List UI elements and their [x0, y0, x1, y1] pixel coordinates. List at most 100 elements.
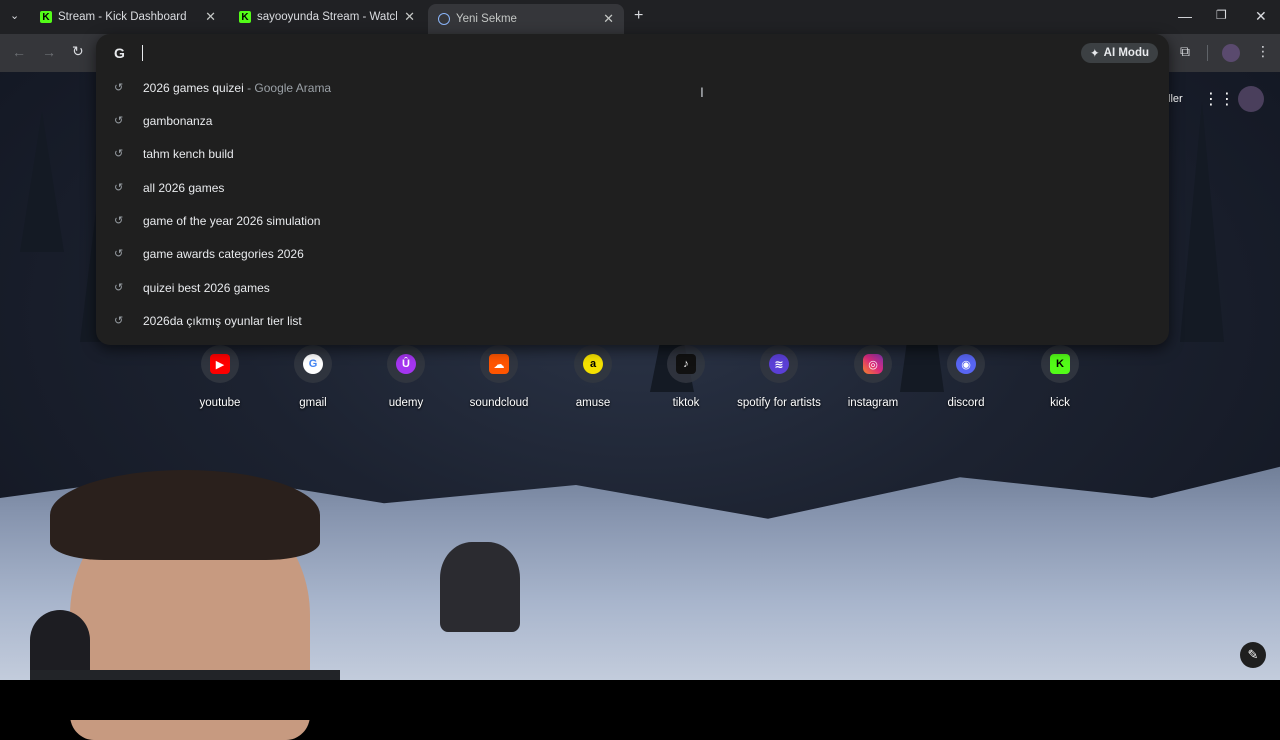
shortcut-icon-circle: ≋ [760, 345, 798, 383]
shortcut-icon-circle: ◉ [947, 345, 985, 383]
back-arrow-icon[interactable]: ← [12, 44, 26, 60]
suggestion-item[interactable]: ↺ tahm kench build [96, 137, 1169, 170]
suggestion-item[interactable]: ↺ gambonanza [96, 104, 1169, 137]
suggestion-text: all 2026 games [143, 180, 225, 195]
images-link[interactable]: ller [1168, 93, 1183, 105]
shortcut-gmail[interactable]: G gmail [267, 345, 359, 409]
shortcut-label: soundcloud [469, 397, 529, 409]
customize-pencil-icon[interactable]: ✎ [1240, 642, 1266, 668]
shortcut-tiktok[interactable]: ♪ tiktok [640, 345, 732, 409]
account-avatar[interactable] [1238, 86, 1264, 112]
shortcut-youtube[interactable]: ▶ youtube [174, 345, 266, 409]
suggestion-item[interactable]: ↺ game awards categories 2026 [96, 237, 1169, 270]
forward-arrow-icon[interactable]: → [42, 44, 56, 60]
suggestion-text: game of the year 2026 simulation [143, 213, 321, 228]
close-window-icon[interactable]: ✕ [1255, 8, 1267, 25]
background-tree [1180, 102, 1224, 342]
omnibox-dropdown: G ✦ AI Modu ↺ 2026 games quizei - Google… [96, 34, 1169, 345]
reload-icon[interactable]: ↻ [72, 43, 84, 60]
extensions-icon[interactable]: ⧉ [1180, 43, 1190, 60]
suggestion-text: 2026da çıkmış oyunlar tier list [143, 313, 302, 328]
shortcut-instagram[interactable]: ◎ instagram [827, 345, 919, 409]
shortcut-amuse[interactable]: a amuse [547, 345, 639, 409]
history-icon: ↺ [114, 247, 124, 260]
youtube-icon: ▶ [210, 354, 230, 374]
shortcut-icon-circle: ♪ [667, 345, 705, 383]
suggestion-item[interactable]: ↺ game of the year 2026 simulation [96, 204, 1169, 237]
text-cursor-ibeam-icon: I [700, 84, 704, 100]
close-tab-icon[interactable]: ✕ [404, 9, 415, 25]
restore-icon[interactable]: ❐ [1216, 8, 1227, 22]
shortcut-spotify[interactable]: ≋ spotify for artists [733, 345, 825, 409]
shortcut-label: udemy [388, 397, 424, 409]
close-tab-icon[interactable]: ✕ [603, 11, 614, 27]
suggestion-subtitle: - Google Arama [243, 80, 332, 95]
toolbar-divider [1207, 45, 1208, 61]
horse-rider-silhouette [440, 542, 520, 632]
shortcut-icon-circle: K [1041, 345, 1079, 383]
ai-mode-button[interactable]: ✦ AI Modu [1081, 43, 1158, 63]
spotify-icon: ≋ [769, 354, 789, 374]
tab-new-tab[interactable]: Yeni Sekme ✕ [428, 4, 624, 34]
menu-kebab-icon[interactable]: ⋮ [1256, 43, 1270, 60]
shortcut-label: discord [947, 397, 985, 409]
kick-icon: K [40, 11, 52, 23]
history-icon: ↺ [114, 181, 124, 194]
tab-strip: ⌄ K Stream - Kick Dashboard ✕ K sayooyun… [0, 0, 1280, 34]
shortcut-discord[interactable]: ◉ discord [920, 345, 1012, 409]
streamer-hair [50, 470, 320, 560]
profile-avatar[interactable] [1222, 44, 1240, 62]
shortcut-label: instagram [847, 397, 899, 409]
tab-title: Stream - Kick Dashboard [58, 11, 187, 23]
google-g-icon: G [114, 45, 125, 61]
shortcut-kick[interactable]: K kick [1014, 345, 1106, 409]
omnibox-input-row[interactable]: G ✦ AI Modu [96, 34, 1169, 72]
globe-icon [438, 13, 450, 25]
history-icon: ↺ [114, 114, 124, 127]
shortcut-label: spotify for artists [737, 397, 821, 409]
soundcloud-icon: ☁ [489, 354, 509, 374]
suggestion-item[interactable]: ↺ all 2026 games [96, 171, 1169, 204]
apps-grid-icon[interactable]: ⋮⋮ [1203, 89, 1235, 109]
instagram-icon: ◎ [863, 354, 883, 374]
shortcut-soundcloud[interactable]: ☁ soundcloud [453, 345, 545, 409]
shortcut-label: kick [1050, 397, 1070, 409]
close-tab-icon[interactable]: ✕ [205, 9, 216, 25]
new-tab-plus-icon[interactable]: + [634, 7, 643, 25]
suggestion-text: game awards categories 2026 [143, 246, 304, 261]
suggestion-text: quizei best 2026 games [143, 280, 270, 295]
shortcut-icon-circle: a [574, 345, 612, 383]
bottom-black-bar [0, 680, 1280, 720]
ai-mode-label: AI Modu [1103, 47, 1149, 59]
history-icon: ↺ [114, 81, 124, 94]
suggestion-item[interactable]: ↺ quizei best 2026 games [96, 271, 1169, 304]
kick-icon: K [239, 11, 251, 23]
shortcut-label: youtube [199, 397, 241, 409]
suggestion-item[interactable]: ↺ 2026da çıkmış oyunlar tier list [96, 304, 1169, 337]
tab-search-chevron-icon[interactable]: ⌄ [10, 9, 19, 22]
suggestion-text: gambonanza [143, 113, 213, 128]
google-icon: G [303, 354, 323, 374]
shortcut-icon-circle: Û [387, 345, 425, 383]
background-tree [20, 112, 64, 252]
shortcut-icon-circle: ◎ [854, 345, 892, 383]
shortcut-label: tiktok [672, 397, 700, 409]
tab-title: Yeni Sekme [456, 13, 517, 25]
kick-icon: K [1050, 354, 1070, 374]
suggestion-text: 2026 games quizei [143, 80, 244, 95]
minimize-icon[interactable]: — [1178, 8, 1192, 24]
discord-icon: ◉ [956, 354, 976, 374]
history-icon: ↺ [114, 214, 124, 227]
suggestion-item[interactable]: ↺ 2026 games quizei - Google Arama [96, 71, 1169, 104]
tab-kick-dashboard[interactable]: K Stream - Kick Dashboard ✕ [30, 4, 226, 30]
shortcut-icon-circle: ▶ [201, 345, 239, 383]
amuse-icon: a [583, 354, 603, 374]
suggestion-text: tahm kench build [143, 146, 234, 161]
shortcut-icon-circle: ☁ [480, 345, 518, 383]
history-icon: ↺ [114, 314, 124, 327]
udemy-icon: Û [396, 354, 416, 374]
tab-kick-stream[interactable]: K sayooyunda Stream - Watch Liv ✕ [229, 4, 425, 30]
shortcut-udemy[interactable]: Û udemy [360, 345, 452, 409]
shortcut-icon-circle: G [294, 345, 332, 383]
ai-sparkle-search-icon: ✦ [1090, 48, 1100, 60]
